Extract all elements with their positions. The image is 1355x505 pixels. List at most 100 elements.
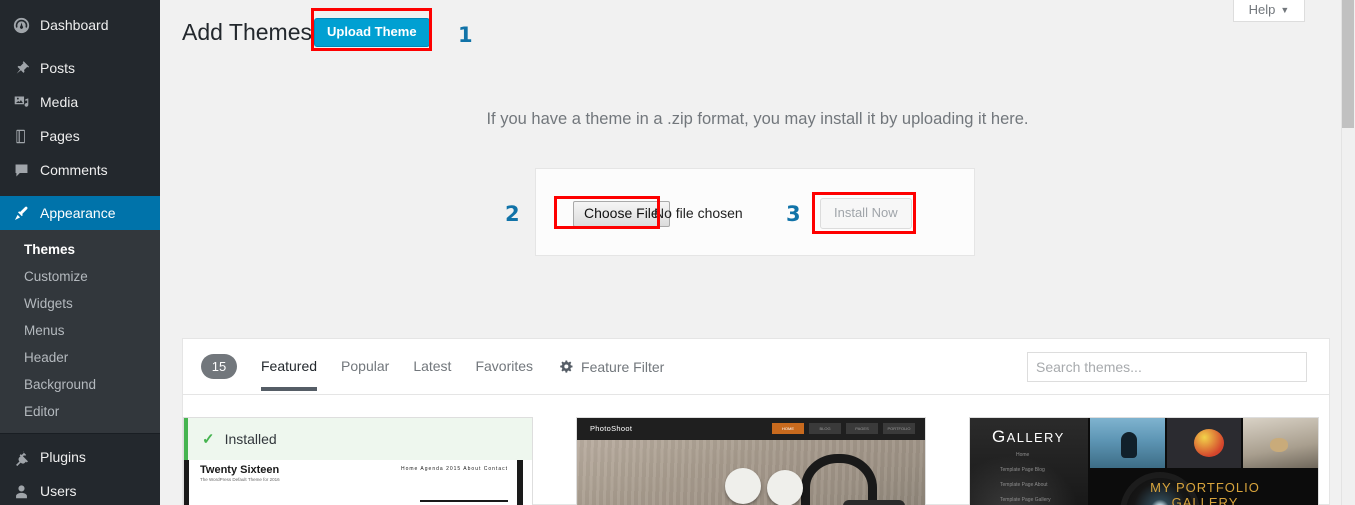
step-number-3: 3 [786,202,801,226]
preview-tile [1166,418,1242,468]
gear-icon [559,359,574,374]
preview-logo-initial: G [992,427,1007,446]
plug-icon [11,447,31,467]
theme-card[interactable]: GALLERY Home Template Page Blog Template… [969,417,1319,505]
submenu-item-customize[interactable]: Customize [0,263,160,290]
preview-portfolio-block: MY PORTFOLIO GALLERY PORTFOLIO GALLERY P… [1110,480,1300,505]
preview-rule [420,500,508,502]
pin-icon [11,58,31,78]
media-icon [11,92,31,112]
search-themes-input[interactable] [1027,352,1307,382]
tab-popular[interactable]: Popular [341,342,389,391]
upload-theme-button[interactable]: Upload Theme [313,17,430,47]
sidebar-item-comments[interactable]: Comments [0,153,160,187]
submenu-item-themes[interactable]: Themes [0,236,160,263]
user-icon [11,481,31,501]
help-label: Help [1248,2,1276,17]
preview-nav: Home Agenda 2015 About Contact [400,466,508,472]
preview-decoration [517,460,523,505]
preview-portfolio-line2: GALLERY [1171,495,1239,505]
preview-nav-item: Template Page Gallery [1000,497,1051,503]
theme-filter-bar: 15 Featured Popular Latest Favorites Fea… [183,339,1329,395]
installed-label: Installed [224,431,277,447]
preview-decoration [184,460,189,505]
preview-site-title: GALLERY [992,427,1065,447]
help-tab-button[interactable]: Help ▼ [1233,0,1305,22]
wordpress-admin-screen: Dashboard Posts Media Pages Comments App… [0,0,1355,505]
sidebar-item-plugins[interactable]: Plugins [0,440,160,474]
sidebar-divider [0,433,160,434]
submenu-item-background[interactable]: Background [0,371,160,398]
preview-site-title: Twenty Sixteen [200,464,280,476]
sidebar-item-dashboard[interactable]: Dashboard [0,8,160,42]
dashboard-icon [11,15,31,35]
page-title: Add Themes [182,18,312,45]
preview-logo-rest: ALLERY [1006,430,1065,445]
no-file-chosen-label: No file chosen [654,205,743,221]
page-scrollbar[interactable] [1341,0,1355,505]
installed-status-badge: ✓ Installed [184,418,532,460]
tab-featured[interactable]: Featured [261,342,318,391]
sidebar-item-label: Appearance [40,205,116,221]
preview-nav-item: PAGES [846,423,878,434]
appearance-submenu: Themes Customize Widgets Menus Header Ba… [0,230,160,433]
feature-filter-label: Feature Filter [581,358,665,375]
preview-nav-item: Template Page About [1000,482,1048,488]
submenu-item-widgets[interactable]: Widgets [0,290,160,317]
preview-nav-item: PORTFOLIO [883,423,915,434]
preview-decoration [843,500,905,505]
check-icon: ✓ [202,431,215,448]
install-now-button[interactable]: Install Now [820,198,912,229]
sidebar-item-label: Users [40,483,77,499]
preview-portfolio-line1: MY PORTFOLIO [1150,480,1260,495]
theme-preview-image: GALLERY Home Template Page Blog Template… [970,418,1318,505]
sidebar-item-posts[interactable]: Posts [0,51,160,85]
page-header-row: Add Themes Upload Theme [182,12,430,52]
theme-card[interactable]: PhotoShoot HOME BLOG PAGES PORTFOLIO [576,417,926,505]
sidebar-item-label: Dashboard [40,17,109,33]
pages-icon [11,126,31,146]
sidebar-item-label: Comments [40,162,108,178]
sidebar-item-users[interactable]: Users [0,474,160,505]
theme-count-badge: 15 [201,354,237,379]
sidebar-item-pages[interactable]: Pages [0,119,160,153]
sidebar-item-label: Posts [40,60,76,76]
submenu-item-menus[interactable]: Menus [0,317,160,344]
admin-sidebar: Dashboard Posts Media Pages Comments App… [0,0,168,505]
submenu-item-header[interactable]: Header [0,344,160,371]
tab-favorites[interactable]: Favorites [475,342,533,391]
preview-hero: Lorem Ipsum lorem ipsum dolor sit amet c… [577,440,925,505]
preview-navbar: PhotoShoot HOME BLOG PAGES PORTFOLIO [577,418,925,440]
theme-card[interactable]: ✓ Installed Twenty Sixteen The WordPress… [183,417,533,505]
sidebar-item-label: Plugins [40,449,86,465]
preview-site-title: PhotoShoot [590,424,633,433]
sidebar-item-label: Pages [40,128,80,144]
paintbrush-icon [11,203,31,223]
preview-tile [1090,418,1165,468]
preview-tile [1243,418,1318,468]
upload-instruction-text: If you have a theme in a .zip format, yo… [486,110,1029,128]
theme-preview-image: Twenty Sixteen The WordPress Default The… [184,460,532,505]
sidebar-item-appearance[interactable]: Appearance [0,196,168,230]
theme-preview-image: PhotoShoot HOME BLOG PAGES PORTFOLIO [577,418,925,505]
preview-decoration [725,468,805,505]
preview-gallery-tiles [1090,418,1318,468]
preview-nav-item: Home [1016,452,1030,458]
sidebar-item-label: Media [40,94,79,110]
preview-decoration [801,454,877,505]
submenu-item-editor[interactable]: Editor [0,398,160,425]
upload-theme-panel: Choose File No file chosen Install Now [535,168,975,256]
comments-icon [11,160,31,180]
sidebar-item-media[interactable]: Media [0,85,160,119]
preview-site-tagline: The WordPress Default Theme for 2016 [200,477,280,482]
scrollbar-thumb[interactable] [1342,0,1354,128]
tab-latest[interactable]: Latest [413,342,451,391]
theme-browser-panel: 15 Featured Popular Latest Favorites Fea… [182,338,1330,505]
preview-nav: HOME BLOG PAGES PORTFOLIO [772,423,915,434]
feature-filter-button[interactable]: Feature Filter [559,359,664,375]
preview-nav-item: HOME [772,423,804,434]
main-content: Help ▼ Add Themes Upload Theme 1 If you … [160,0,1355,505]
preview-nav-item: Template Page Blog [1000,467,1045,473]
